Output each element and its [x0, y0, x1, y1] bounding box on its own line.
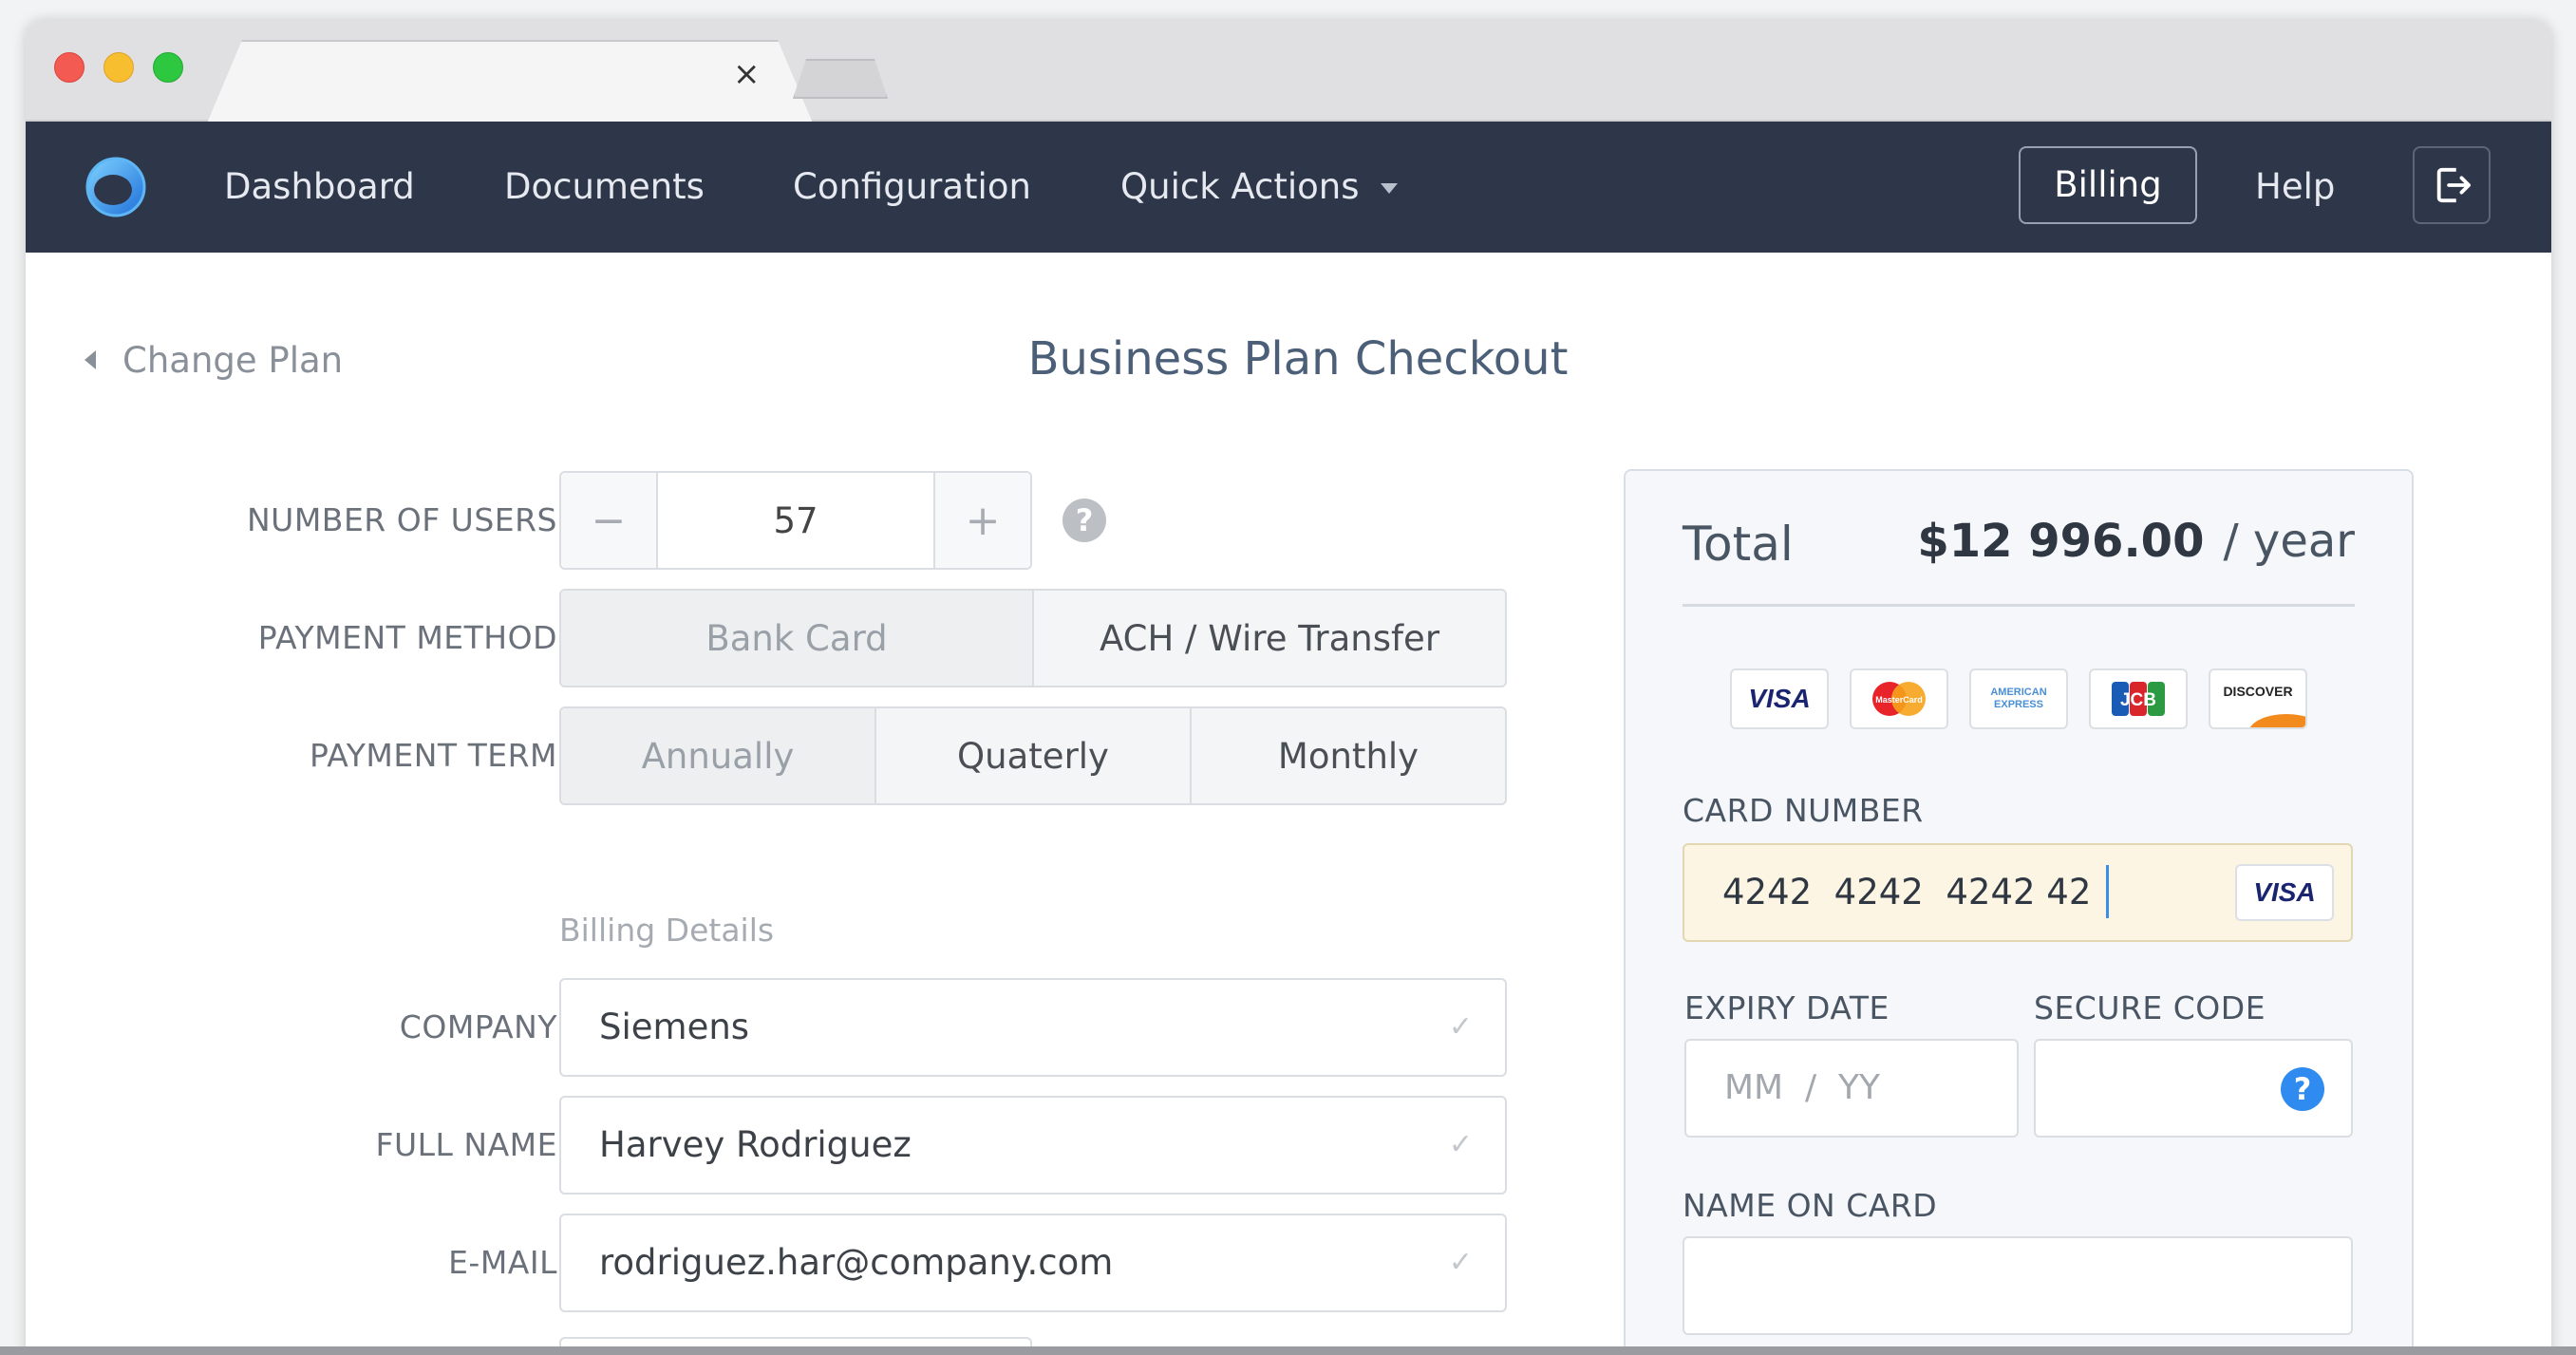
payment-method-ach-wire[interactable]: ACH / Wire Transfer	[1032, 591, 1505, 686]
payment-term-monthly[interactable]: Monthly	[1190, 708, 1505, 803]
amex-logo-icon: AMERICAN EXPRESS	[1969, 668, 2068, 729]
company-label: COMPANY	[399, 1008, 557, 1045]
browser-window: × Dashboard Documents Configuration Quic…	[26, 21, 2551, 1355]
visa-logo-text: VISA	[1748, 684, 1811, 713]
discover-swoosh-icon	[2248, 714, 2305, 727]
nav-configuration-label: Configuration	[793, 166, 1031, 207]
expiry-date-label: EXPIRY DATE	[1684, 989, 1890, 1026]
users-value[interactable]: 57	[658, 473, 933, 568]
checkout-content: Change Plan Business Plan Checkout NUMBE…	[26, 253, 2551, 1355]
payment-method-label: PAYMENT METHOD	[257, 619, 557, 656]
card-type-badge: VISA	[2235, 864, 2334, 921]
email-label: E-MAIL	[448, 1244, 557, 1281]
text-cursor	[2106, 864, 2110, 918]
bottom-edge	[0, 1346, 2576, 1355]
company-value: Siemens	[599, 1007, 750, 1047]
divider	[1683, 604, 2355, 607]
page-title: Business Plan Checkout	[1027, 332, 1569, 386]
app-logo-icon[interactable]	[85, 156, 147, 218]
help-icon[interactable]: ?	[1062, 499, 1106, 542]
maximize-window-button[interactable]	[153, 52, 183, 83]
total-label: Total	[1683, 517, 1794, 572]
browser-tab[interactable]	[206, 40, 814, 125]
logout-icon	[2436, 167, 2471, 203]
payment-term-annually[interactable]: Annually	[561, 708, 874, 803]
chevron-down-icon	[1380, 183, 1398, 194]
checkmark-icon: ✓	[1448, 1010, 1473, 1044]
checkmark-icon: ✓	[1448, 1246, 1473, 1279]
expiry-date-input[interactable]: MM / YY	[1684, 1039, 2019, 1138]
checkmark-icon: ✓	[1448, 1128, 1473, 1161]
nav-quick-actions[interactable]: Quick Actions	[1120, 122, 1398, 253]
mastercard-circles-icon: MasterCard	[1872, 682, 1926, 716]
jcb-blocks-icon: JCB	[2112, 682, 2165, 716]
minimize-window-button[interactable]	[103, 52, 134, 83]
close-window-button[interactable]	[54, 52, 85, 83]
total-amount-value: $12 996.00	[1917, 515, 2205, 568]
full-name-label: FULL NAME	[375, 1126, 557, 1163]
card-number-label: CARD NUMBER	[1683, 792, 1924, 829]
secure-code-label: SECURE CODE	[2034, 989, 2266, 1026]
nav-configuration[interactable]: Configuration	[793, 122, 1031, 253]
mastercard-logo-text: MasterCard	[1875, 695, 1923, 705]
email-value: rodriguez.har@company.com	[599, 1242, 1114, 1283]
new-tab-button[interactable]	[793, 59, 888, 99]
users-stepper: − 57 +	[559, 471, 1032, 570]
full-name-field[interactable]: Harvey Rodriguez ✓	[559, 1096, 1507, 1195]
total-amount: $12 996.00 / year	[1917, 515, 2355, 568]
browser-chrome: ×	[26, 21, 2551, 122]
logout-button[interactable]	[2413, 146, 2491, 224]
payment-term-toggle: Annually Quaterly Monthly	[559, 706, 1507, 805]
users-label: NUMBER OF USERS	[247, 501, 557, 538]
card-number-value: 4242 4242 4242 42	[1722, 872, 2092, 913]
company-field[interactable]: Siemens ✓	[559, 978, 1507, 1077]
payment-method-bank-card[interactable]: Bank Card	[561, 591, 1032, 686]
nav-documents[interactable]: Documents	[504, 122, 705, 253]
card-number-input[interactable]: 4242 4242 4242 42 VISA	[1683, 843, 2353, 942]
jcb-logo-icon: JCB	[2089, 668, 2188, 729]
top-navbar: Dashboard Documents Configuration Quick …	[26, 122, 2551, 253]
payment-summary-panel: Total $12 996.00 / year VISA MasterCard A…	[1624, 469, 2414, 1355]
tab-close-icon[interactable]: ×	[733, 55, 761, 93]
discover-logo-text: DISCOVER	[2223, 684, 2293, 699]
amex-logo-text: AMERICAN EXPRESS	[1990, 687, 2047, 710]
expiry-placeholder: MM / YY	[1724, 1068, 1881, 1107]
name-on-card-label: NAME ON CARD	[1683, 1187, 1938, 1224]
discover-logo-icon: DISCOVER	[2209, 668, 2307, 729]
nav-dashboard[interactable]: Dashboard	[224, 122, 415, 253]
billing-details-title: Billing Details	[559, 912, 775, 949]
nav-help[interactable]: Help	[2255, 122, 2335, 253]
nav-quick-actions-label: Quick Actions	[1120, 166, 1360, 207]
visa-logo-icon: VISA	[1730, 668, 1829, 729]
decrement-button[interactable]: −	[561, 473, 658, 568]
full-name-value: Harvey Rodriguez	[599, 1124, 912, 1165]
help-icon[interactable]: ?	[2281, 1067, 2324, 1111]
increment-button[interactable]: +	[933, 473, 1030, 568]
payment-term-quarterly[interactable]: Quaterly	[874, 708, 1190, 803]
email-field[interactable]: rodriguez.har@company.com ✓	[559, 1214, 1507, 1312]
payment-term-label: PAYMENT TERM	[309, 737, 557, 774]
billing-button[interactable]: Billing	[2019, 146, 2197, 224]
jcb-logo-text: JCB	[2120, 690, 2156, 710]
mastercard-logo-icon: MasterCard	[1850, 668, 1948, 729]
secure-code-input[interactable]: ?	[2034, 1039, 2353, 1138]
payment-method-toggle: Bank Card ACH / Wire Transfer	[559, 589, 1507, 687]
total-unit: / year	[2223, 515, 2355, 568]
name-on-card-input[interactable]	[1683, 1236, 2353, 1335]
card-brands: VISA MasterCard AMERICAN EXPRESS JCB DIS…	[1730, 668, 2307, 729]
